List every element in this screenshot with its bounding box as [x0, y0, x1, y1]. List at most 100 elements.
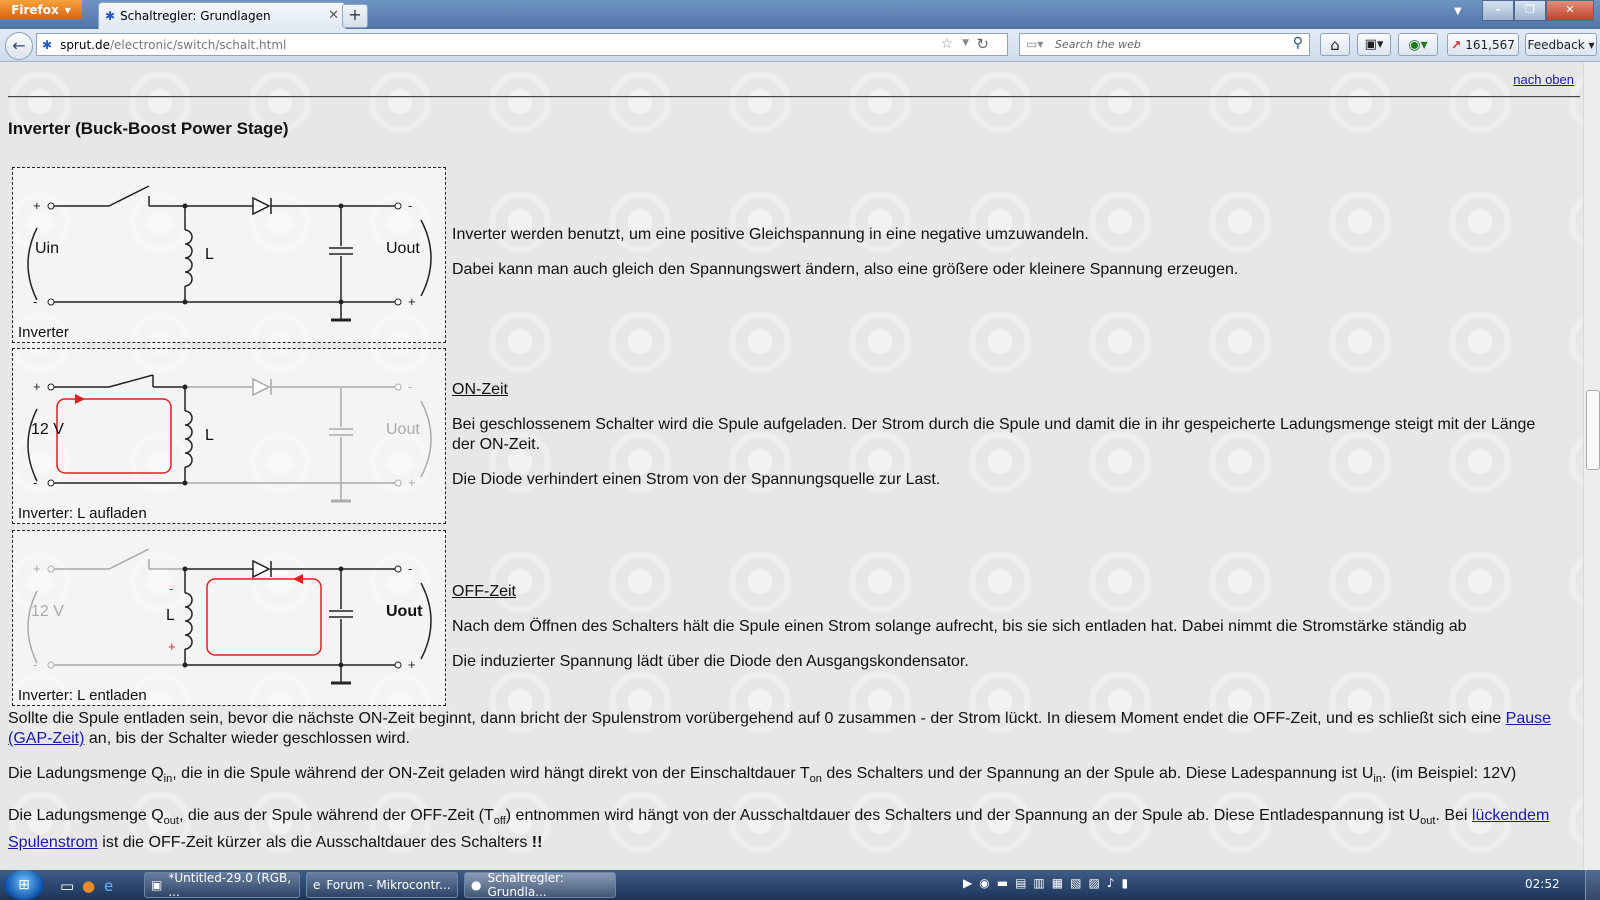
charge-circuit-svg: + - - +: [27, 374, 432, 503]
feedback-label: Feedback: [1527, 37, 1585, 52]
text-segment: ) entnommen wird hängt von der Ausschalt…: [505, 807, 1421, 824]
nach-oben-link[interactable]: nach oben: [1513, 72, 1574, 87]
discharge-quantity-paragraph: Die Ladungsmenge Qout, die aus der Spule…: [8, 805, 1568, 854]
new-tab-button[interactable]: +: [342, 4, 368, 28]
emphasis-text: !!: [531, 834, 543, 852]
svg-text:+: +: [408, 475, 416, 490]
bookmark-star-icon[interactable]: ☆: [940, 36, 953, 52]
tray-signal-icon[interactable]: ▮: [1121, 876, 1128, 890]
vertical-scrollbar[interactable]: [1583, 62, 1600, 870]
chevron-down-icon: ▾: [64, 3, 71, 17]
home-icon: ⌂: [1330, 35, 1340, 54]
svg-text:+: +: [408, 657, 416, 672]
taskbar-clock[interactable]: 02:52: [1525, 877, 1560, 891]
uin-label: 12 V: [31, 603, 64, 620]
taskbar-item-gimp[interactable]: ▣ *Untitled-29.0 (RGB, ...: [144, 871, 300, 899]
svg-text:+: +: [408, 294, 416, 309]
home-button[interactable]: ⌂: [1320, 33, 1350, 56]
taskbar-item-forum[interactable]: e Forum - Mikrocontr...: [306, 872, 458, 898]
reload-icon[interactable]: ↻: [976, 35, 989, 53]
close-window-button[interactable]: ✕: [1546, 0, 1594, 21]
intro-paragraph-2: Dabei kann man auch gleich den Spannungs…: [452, 261, 1239, 278]
tab-schaltregler[interactable]: ✱ Schaltregler: Grundlagen ✕: [98, 2, 346, 29]
show-desktop-quick-icon[interactable]: ▭: [60, 877, 74, 895]
site-favicon-icon: ✱: [105, 9, 116, 23]
tray-network-icon[interactable]: ▨: [1088, 876, 1099, 890]
counter-button[interactable]: ↗ 161,567: [1447, 33, 1519, 56]
inductor-label: L: [166, 607, 175, 624]
text-segment: ist die OFF-Zeit kürzer als die Ausschal…: [97, 834, 532, 852]
addon-globe-button[interactable]: ◉▾: [1398, 33, 1438, 56]
off-zeit-heading: OFF-Zeit: [452, 583, 516, 600]
maximize-button[interactable]: ❐: [1514, 0, 1546, 21]
tray-chart-icon[interactable]: ▥: [1033, 876, 1044, 890]
page-content: nach oben Inverter (Buck-Boost Power Sta…: [0, 62, 1584, 870]
tab-list-arrow-icon[interactable]: ▼: [1454, 6, 1462, 17]
svg-text:-: -: [33, 475, 37, 490]
history-dropdown-icon[interactable]: ▼: [962, 38, 969, 48]
inverter-circuit-svg: + - - +: [27, 185, 432, 322]
url-path: /electronic/switch/schalt.html: [110, 37, 287, 52]
svg-text:+: +: [33, 198, 41, 213]
tray-app-icon[interactable]: ▶: [963, 876, 972, 890]
horizontal-divider: [8, 96, 1580, 98]
extension-button[interactable]: ▣▾: [1357, 33, 1391, 56]
ie-quick-icon[interactable]: e: [104, 877, 113, 895]
uout-label: Uout: [386, 603, 423, 620]
window-controls: – ❐ ✕: [1482, 0, 1594, 21]
svg-text:-: -: [33, 657, 37, 672]
uin-label: 12 V: [31, 421, 64, 438]
svg-text:+: +: [33, 561, 41, 576]
subscript: off: [493, 815, 506, 828]
windows-taskbar: ⊞ ▭ ● e ▣ *Untitled-29.0 (RGB, ... e Forum…: [0, 870, 1600, 900]
windows-logo-icon: ⊞: [18, 877, 30, 893]
system-tray: ▶ ◉ ▬ ▤ ▥ ▦ ▧ ▨ ♪ ▮: [963, 876, 1128, 890]
tray-app2-icon[interactable]: ▦: [1052, 876, 1063, 890]
tray-globe-icon[interactable]: ◉: [979, 876, 989, 890]
uout-label: Uout: [386, 240, 420, 257]
tray-pdf-icon[interactable]: ▤: [1015, 876, 1026, 890]
show-desktop-button[interactable]: [1585, 870, 1600, 900]
inverter-diagram: + - - + Uin L Uout Inverter: [12, 167, 446, 343]
tray-window-icon[interactable]: ▬: [997, 876, 1008, 890]
tray-app3-icon[interactable]: ▧: [1070, 876, 1081, 890]
firefox-quick-icon[interactable]: ●: [82, 877, 95, 895]
subscript: out: [163, 815, 179, 828]
subscript: on: [809, 773, 822, 786]
title-bar: Firefox ▾ ✱ Schaltregler: Grundlagen ✕ +…: [0, 0, 1600, 29]
text-segment: des Schalters und der Spannung an der Sp…: [821, 765, 1374, 782]
back-button[interactable]: ←: [5, 32, 33, 60]
minimize-button[interactable]: –: [1482, 0, 1514, 21]
feedback-button[interactable]: Feedback ▾: [1525, 33, 1597, 56]
globe-icon: ◉▾: [1408, 36, 1428, 53]
navigation-toolbar: ← ✱ sprut.de /electronic/switch/schalt.h…: [0, 29, 1600, 62]
search-engine-icon[interactable]: ▭▾: [1026, 37, 1043, 51]
task-label: Schaltregler: Grundla...: [487, 871, 564, 899]
tray-volume-icon[interactable]: ♪: [1107, 876, 1115, 890]
trend-arrow-icon: ↗: [1451, 37, 1462, 52]
off-zeit-paragraph-2: Die induzierter Spannung lädt über die D…: [452, 653, 969, 670]
subscript: in: [1373, 773, 1382, 786]
uout-label: Uout: [386, 421, 420, 438]
inverter-charge-diagram: + - - + 12 V L Uout Inverter: L aufladen: [12, 348, 446, 524]
start-button[interactable]: ⊞: [4, 870, 44, 900]
uin-label: Uin: [35, 240, 60, 257]
inductor-label: L: [205, 427, 214, 444]
svg-text:-: -: [408, 561, 412, 576]
close-tab-icon[interactable]: ✕: [328, 8, 339, 23]
search-input[interactable]: ▭▾ Search the web ⚲: [1019, 33, 1310, 56]
firefox-menu-button[interactable]: Firefox ▾: [0, 0, 82, 20]
diagram-caption: Inverter: [18, 324, 69, 341]
subscript: out: [1420, 815, 1436, 828]
address-bar[interactable]: ✱ sprut.de /electronic/switch/schalt.htm…: [36, 33, 1008, 56]
scrollbar-thumb[interactable]: [1586, 390, 1600, 470]
taskbar-item-firefox[interactable]: ● Schaltregler: Grundla...: [464, 871, 616, 899]
gap-text: Sollte die Spule entladen sein, bevor di…: [8, 710, 1506, 727]
charge-quantity-paragraph: Die Ladungsmenge Qin, die in die Spule w…: [8, 764, 1568, 789]
search-icon[interactable]: ⚲: [1293, 35, 1303, 51]
svg-text:-: -: [408, 379, 412, 394]
search-placeholder: Search the web: [1055, 38, 1141, 51]
text-segment: , die aus der Spule während der OFF-Zeit…: [178, 807, 494, 824]
site-identity-icon[interactable]: ✱: [42, 38, 52, 52]
gap-text-tail: an, bis der Schalter wieder geschlossen …: [84, 730, 410, 747]
